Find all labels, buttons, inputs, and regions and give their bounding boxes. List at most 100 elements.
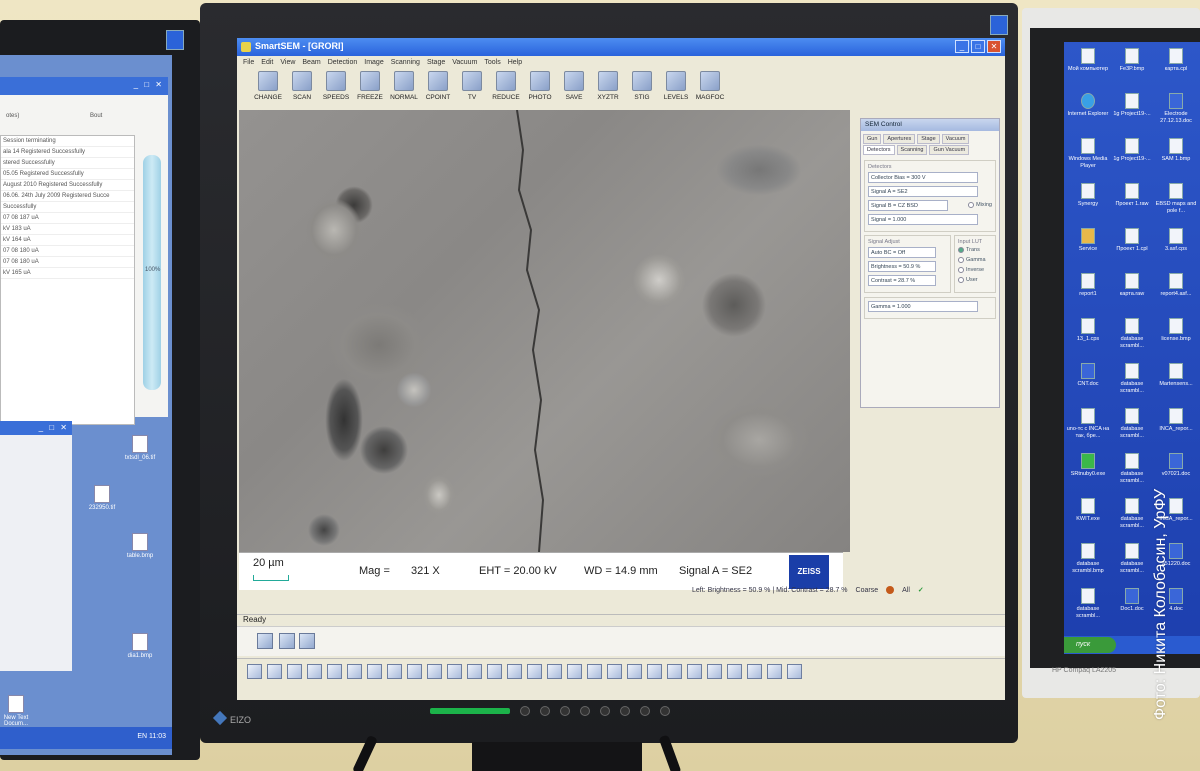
tool-icon[interactable] xyxy=(407,664,422,679)
contrast-field[interactable]: Contrast = 28.7 % xyxy=(868,275,936,286)
tab-detectors[interactable]: Detectors xyxy=(863,145,895,155)
mixing-checkbox[interactable]: Mixing xyxy=(968,200,992,210)
desktop-icon[interactable]: database scrambl.bmp xyxy=(1066,543,1110,574)
desktop-icon[interactable]: Synergy xyxy=(1066,183,1110,208)
desktop-icon[interactable]: 1g Project19-... xyxy=(1110,138,1154,163)
tool-icon[interactable] xyxy=(247,664,262,679)
menu-scanning[interactable]: Scanning xyxy=(391,56,420,69)
tool-icon[interactable] xyxy=(707,664,722,679)
tool-icon[interactable] xyxy=(347,664,362,679)
menu-view[interactable]: View xyxy=(280,56,295,69)
check-tool-icon[interactable] xyxy=(627,664,642,679)
monitor-button[interactable] xyxy=(520,706,530,716)
folder-icon[interactable] xyxy=(307,664,322,679)
tool-icon[interactable] xyxy=(647,664,662,679)
desktop-icon[interactable]: dia1.bmp xyxy=(118,633,162,659)
tab-apertures[interactable]: Apertures xyxy=(883,134,916,144)
desktop-icon[interactable]: SRtnuby0.exe xyxy=(1066,453,1110,478)
menu-edit[interactable]: Edit xyxy=(261,56,273,69)
desktop-icon[interactable]: license.bmp xyxy=(1154,318,1198,343)
menu-file[interactable]: File xyxy=(243,56,254,69)
tool-icon[interactable] xyxy=(667,664,682,679)
desktop-icon[interactable]: database scrambl... xyxy=(1110,408,1154,439)
desktop-icon[interactable]: database scrambl... xyxy=(1110,363,1154,394)
tool-icon[interactable] xyxy=(687,664,702,679)
monitor-button[interactable] xyxy=(560,706,570,716)
monitor-button[interactable] xyxy=(620,706,630,716)
desktop-icon[interactable]: Electrode 27.12.13.doc xyxy=(1154,93,1198,124)
desktop-icon[interactable]: Проект 1.cpl xyxy=(1110,228,1154,253)
lut-inverse-radio[interactable]: Inverse xyxy=(958,267,992,273)
tool-icon[interactable] xyxy=(547,664,562,679)
desktop-icon[interactable]: database scrambl... xyxy=(1066,588,1110,619)
menu-beam[interactable]: Beam xyxy=(302,56,320,69)
tool-icon[interactable] xyxy=(267,664,282,679)
tool-icon[interactable] xyxy=(587,664,602,679)
desktop-icon[interactable]: database scrambl... xyxy=(1110,498,1154,529)
tool-icon[interactable] xyxy=(507,664,522,679)
monitor-button[interactable] xyxy=(660,706,670,716)
notes-icon[interactable] xyxy=(299,633,315,649)
cpoint-button[interactable]: CPOINT xyxy=(421,71,455,111)
tool-icon[interactable] xyxy=(747,664,762,679)
desktop-icon[interactable]: table.bmp xyxy=(118,533,162,559)
ellipse-tool-icon[interactable] xyxy=(487,664,502,679)
lut-gamma-radio[interactable]: Gamma xyxy=(958,257,992,263)
menu-detection[interactable]: Detection xyxy=(328,56,358,69)
desktop-icon[interactable]: EBSD maps and pole f... xyxy=(1154,183,1198,214)
desktop-icon[interactable]: KWIT.exe xyxy=(1066,498,1110,523)
tab-gun[interactable]: Gun xyxy=(863,134,882,144)
tab-gun-vacuum[interactable]: Gun Vacuum xyxy=(929,145,970,155)
tool-icon[interactable] xyxy=(367,664,382,679)
desktop-icon[interactable]: 13_1.cps xyxy=(1066,318,1110,343)
photo-button[interactable]: PHOTO xyxy=(523,71,557,111)
signal-a-select[interactable]: Signal A = SE2 xyxy=(868,186,978,197)
desktop-icon[interactable]: 3.asf.cps xyxy=(1154,228,1198,253)
desktop-icon[interactable]: report1 xyxy=(1066,273,1110,298)
tab-vacuum[interactable]: Vacuum xyxy=(941,134,970,144)
desktop-icon[interactable]: Doc1.doc xyxy=(1110,588,1154,613)
magfoc-button[interactable]: MAGFOC xyxy=(693,71,727,111)
auto-bc-select[interactable]: Auto BC = Off xyxy=(868,247,936,258)
lut-trans-radio[interactable]: Trans xyxy=(958,247,992,253)
tab-stage[interactable]: Stage xyxy=(917,134,940,144)
tv-button[interactable]: TV xyxy=(455,71,489,111)
menu-image[interactable]: Image xyxy=(364,56,383,69)
tool-icon[interactable] xyxy=(327,664,342,679)
lut-user-radio[interactable]: User xyxy=(958,277,992,283)
collector-bias-field[interactable]: Collector Bias = 300 V xyxy=(868,172,978,183)
desktop-icon[interactable]: карта.raw xyxy=(1110,273,1154,298)
start-button[interactable]: пуск xyxy=(1064,637,1116,653)
monitor-button[interactable] xyxy=(640,706,650,716)
save-button[interactable]: SAVE xyxy=(557,71,591,111)
tool-icon[interactable] xyxy=(767,664,782,679)
desktop-icon[interactable]: SAM 1.bmp xyxy=(1154,138,1198,163)
tool-icon[interactable] xyxy=(427,664,442,679)
normal-button[interactable]: NORMAL xyxy=(387,71,421,111)
monitor-button[interactable] xyxy=(600,706,610,716)
rectangle-tool-icon[interactable] xyxy=(467,664,482,679)
desktop-icon[interactable]: database scrambl... xyxy=(1110,543,1154,574)
desktop-icon[interactable]: New Text Docum... xyxy=(0,695,38,727)
xyztr-button[interactable]: XYZTR xyxy=(591,71,625,111)
gamma-field[interactable]: Gamma = 1.000 xyxy=(868,301,978,312)
desktop-icon[interactable]: 1g Project19-... xyxy=(1110,93,1154,118)
tool-icon[interactable] xyxy=(787,664,802,679)
tool-icon[interactable] xyxy=(727,664,742,679)
brightness-field[interactable]: Brightness = 50.9 % xyxy=(868,261,936,272)
window-controls[interactable]: _ □ ✕ xyxy=(39,423,69,432)
freeze-button[interactable]: FREEZE xyxy=(353,71,387,111)
tool-icon[interactable] xyxy=(527,664,542,679)
about-label[interactable]: Bout xyxy=(90,113,102,119)
desktop-icon[interactable]: Мой компьютер xyxy=(1066,48,1110,73)
signal-b-select[interactable]: Signal B = CZ BSD xyxy=(868,200,948,211)
signal-field[interactable]: Signal = 1.000 xyxy=(868,214,978,225)
tool-icon[interactable] xyxy=(567,664,582,679)
change-button[interactable]: CHANGE xyxy=(251,71,285,111)
menu-stage[interactable]: Stage xyxy=(427,56,445,69)
desktop-icon[interactable]: карта.cpl xyxy=(1154,48,1198,73)
text-tool-icon[interactable] xyxy=(387,664,402,679)
window-controls[interactable]: _ □ ✕ xyxy=(134,80,164,89)
desktop-icon[interactable]: database scrambl... xyxy=(1110,453,1154,484)
angle-tool-icon[interactable] xyxy=(607,664,622,679)
